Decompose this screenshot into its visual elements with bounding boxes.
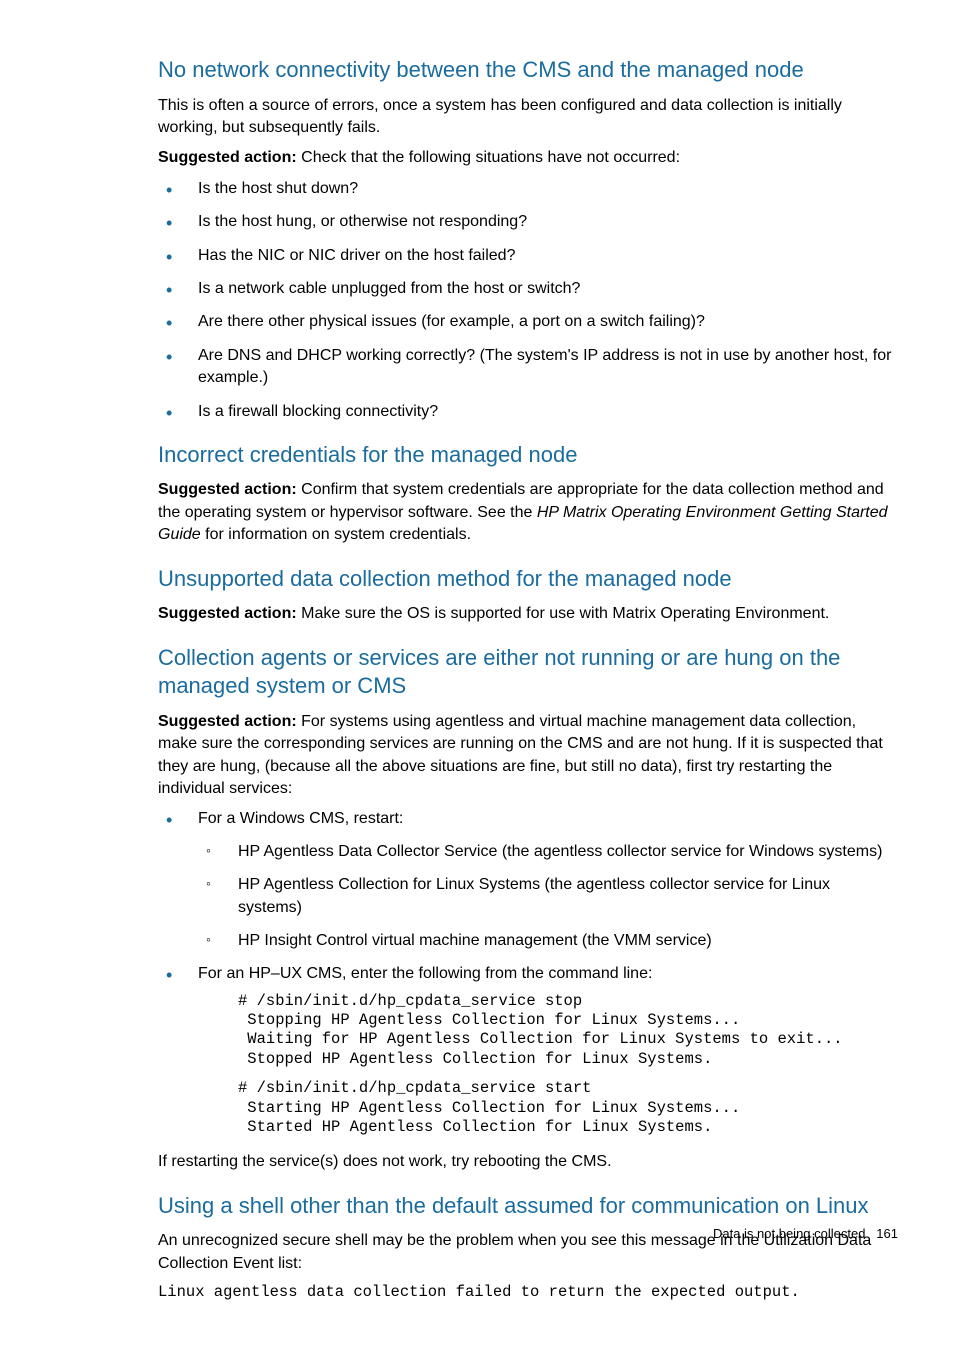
closing-paragraph: If restarting the service(s) does not wo… xyxy=(158,1151,898,1173)
code-block: # /sbin/init.d/hp_cpdata_service start S… xyxy=(238,1079,898,1137)
page-footer: Data is not being collected 161 xyxy=(713,1226,898,1241)
heading: Unsupported data collection method for t… xyxy=(158,565,898,594)
suggested-action: Suggested action: Check that the followi… xyxy=(158,147,898,169)
action-label: Suggested action: xyxy=(158,605,297,622)
heading: Collection agents or services are either… xyxy=(158,644,898,701)
section-incorrect-credentials: Incorrect credentials for the managed no… xyxy=(158,441,898,547)
list-item: Is the host hung, or otherwise not respo… xyxy=(158,211,898,233)
heading: Using a shell other than the default ass… xyxy=(158,1192,898,1221)
list-item: Are DNS and DHCP working correctly? (The… xyxy=(158,345,898,390)
action-label: Suggested action: xyxy=(158,481,297,498)
document-page: No network connectivity between the CMS … xyxy=(0,0,954,1361)
suggested-action: Suggested action: For systems using agen… xyxy=(158,711,898,801)
list-item: HP Agentless Data Collector Service (the… xyxy=(198,841,898,863)
section-unsupported-method: Unsupported data collection method for t… xyxy=(158,565,898,626)
list-item: For a Windows CMS, restart: HP Agentless… xyxy=(158,808,898,952)
section-shell-linux: Using a shell other than the default ass… xyxy=(158,1192,898,1303)
list-item: Is a firewall blocking connectivity? xyxy=(158,401,898,423)
code-block: # /sbin/init.d/hp_cpdata_service stop St… xyxy=(238,992,898,1070)
intro-paragraph: This is often a source of errors, once a… xyxy=(158,95,898,140)
list-item: HP Agentless Collection for Linux System… xyxy=(198,874,898,919)
list-item: Has the NIC or NIC driver on the host fa… xyxy=(158,245,898,267)
list-item: Is a network cable unplugged from the ho… xyxy=(158,278,898,300)
suggested-action: Suggested action: Confirm that system cr… xyxy=(158,479,898,546)
action-text: Make sure the OS is supported for use wi… xyxy=(297,605,830,622)
heading: No network connectivity between the CMS … xyxy=(158,56,898,85)
action-label: Suggested action: xyxy=(158,149,297,166)
section-network-connectivity: No network connectivity between the CMS … xyxy=(158,56,898,423)
inner-bullet-list: HP Agentless Data Collector Service (the… xyxy=(198,841,898,953)
list-item: Is the host shut down? xyxy=(158,178,898,200)
footer-page-number: 161 xyxy=(876,1226,898,1241)
section-collection-agents: Collection agents or services are either… xyxy=(158,644,898,1174)
heading: Incorrect credentials for the managed no… xyxy=(158,441,898,470)
footer-title: Data is not being collected xyxy=(713,1226,865,1241)
action-label: Suggested action: xyxy=(158,713,297,730)
suggested-action: Suggested action: Make sure the OS is su… xyxy=(158,603,898,625)
bullet-list: For a Windows CMS, restart: HP Agentless… xyxy=(158,808,898,1137)
list-item: For an HP–UX CMS, enter the following fr… xyxy=(158,963,898,1137)
list-item: Are there other physical issues (for exa… xyxy=(158,311,898,333)
bullet-list: Is the host shut down? Is the host hung,… xyxy=(158,178,898,423)
list-item: HP Insight Control virtual machine manag… xyxy=(198,930,898,952)
action-text-p2: for information on system credentials. xyxy=(201,526,471,543)
list-item-text: For an HP–UX CMS, enter the following fr… xyxy=(198,965,652,982)
code-block: Linux agentless data collection failed t… xyxy=(158,1283,898,1302)
list-item-text: For a Windows CMS, restart: xyxy=(198,810,403,827)
action-text: Check that the following situations have… xyxy=(297,149,680,166)
